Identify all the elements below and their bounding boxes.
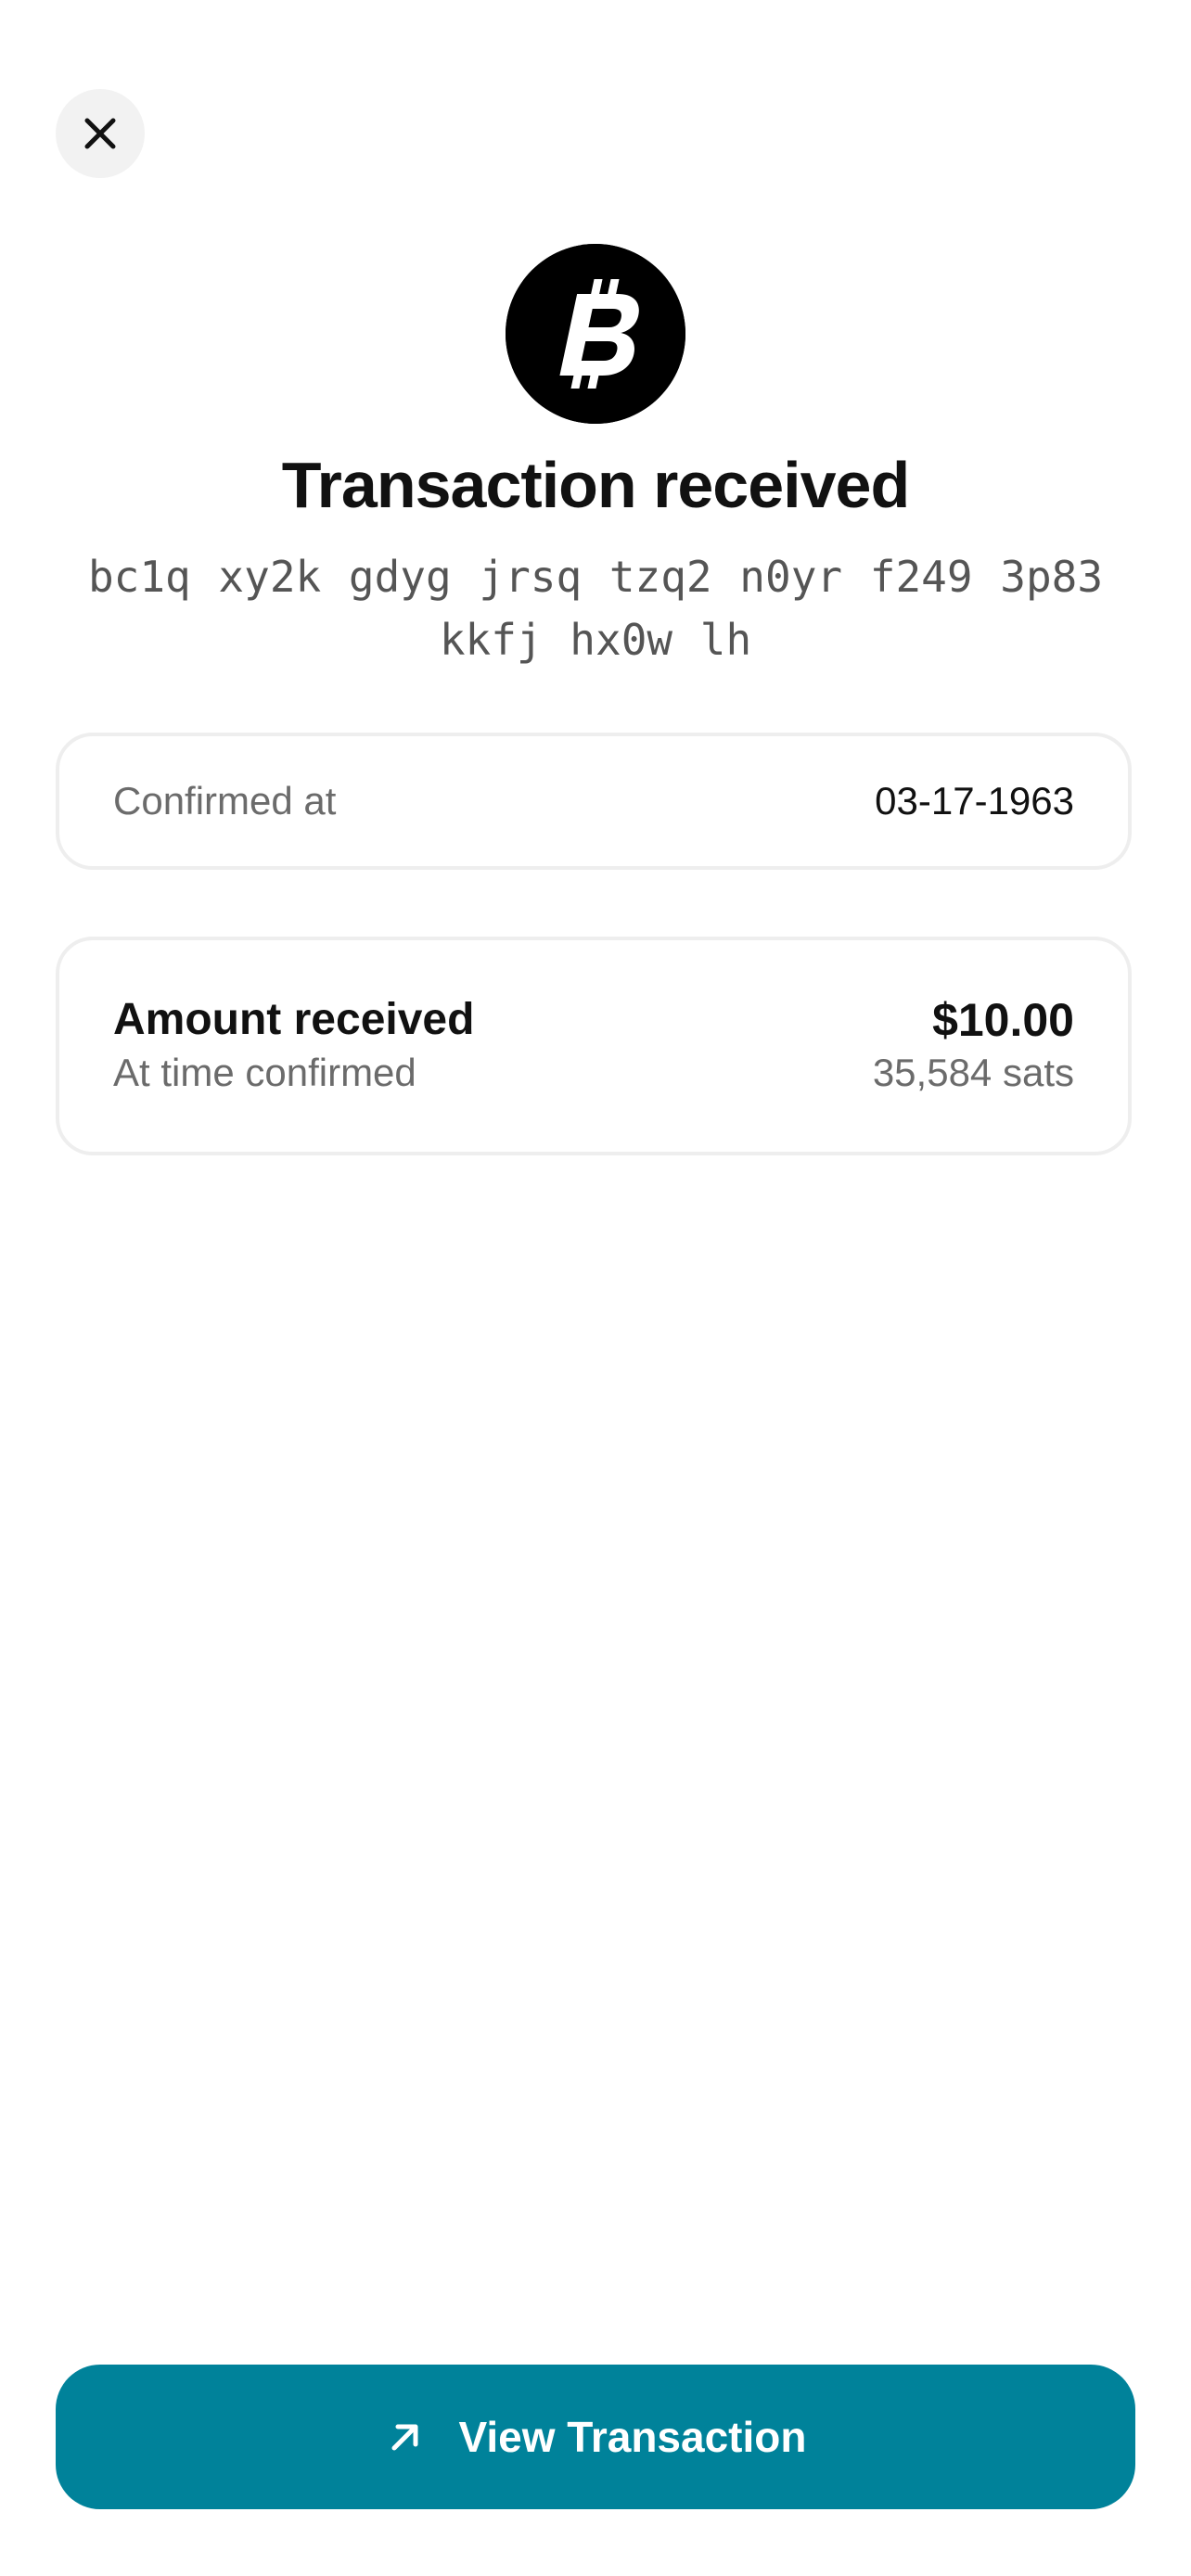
amount-values: $10.00 35,584 sats [873,993,1074,1099]
close-button[interactable] [56,89,145,178]
confirmed-label: Confirmed at [113,779,337,823]
amount-subtitle: At time confirmed [113,1051,416,1094]
amount-title: Amount received [113,995,475,1044]
view-transaction-button[interactable]: View Transaction [56,2365,1135,2509]
address-line: bc1q xy2k gdyg jrsq tzq2 n0yr f249 3p83 [87,552,1104,602]
view-transaction-label: View Transaction [458,2413,807,2461]
arrow-up-right-icon [391,2424,418,2451]
confirmed-card: Confirmed at 03-17-1963 [56,733,1132,870]
bitcoin-logo [506,244,685,424]
bitcoin-icon [506,244,685,424]
amount-card: Amount received At time confirmed $10.00… [56,937,1132,1155]
transaction-address[interactable]: bc1q xy2k gdyg jrsq tzq2 n0yr f249 3p83 … [56,545,1135,671]
confirmed-value: 03-17-1963 [875,779,1074,823]
page-title: Transaction received [281,449,910,521]
address-line: kkfj hx0w lh [439,615,752,665]
amount-sats: 35,584 sats [872,1051,1074,1094]
amount-fiat: $10.00 [932,994,1074,1046]
close-icon [84,118,116,149]
amount-labels: Amount received At time confirmed [113,993,474,1099]
